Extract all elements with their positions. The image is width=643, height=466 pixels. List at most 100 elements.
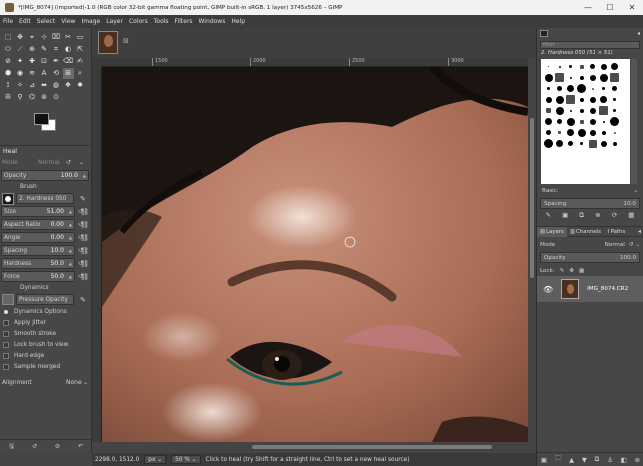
alignment-dropdown-icon[interactable]: ⌄ [83, 379, 88, 386]
force-slider[interactable]: Force 50.0 ▲ [1, 271, 75, 282]
tool-button[interactable]: ⌧ [51, 32, 62, 43]
option-checkbox[interactable]: Apply Jitter [0, 317, 92, 328]
menu-select[interactable]: Select [37, 18, 56, 25]
checkbox-icon[interactable] [3, 330, 9, 337]
link-icon[interactable]: ⛓ [80, 273, 89, 281]
tool-button[interactable]: ✚ [27, 56, 38, 67]
tool-button[interactable]: ✍ [75, 56, 86, 67]
brush-as-image-icon[interactable]: ▦ [628, 211, 634, 221]
tool-button[interactable]: ✦ [15, 56, 26, 67]
brush-grid-scrollbar[interactable] [631, 59, 637, 184]
foreground-color-swatch[interactable] [34, 113, 49, 125]
horizontal-scrollbar[interactable] [102, 442, 536, 453]
menu-image[interactable]: Image [81, 18, 100, 25]
option-checkbox[interactable]: Hard edge [0, 350, 92, 361]
tool-button[interactable]: ▭ [75, 32, 86, 43]
brush-swatch[interactable] [587, 72, 598, 83]
brush-spacing-slider[interactable]: Spacing 10.0 [540, 198, 640, 209]
dynamics-preview-icon[interactable] [2, 294, 14, 305]
brush-swatch[interactable] [554, 138, 565, 149]
brush-swatch[interactable] [565, 116, 576, 127]
lock-alpha-icon[interactable]: ▦ [579, 268, 584, 274]
layer-mode-select[interactable]: Normal [605, 242, 625, 248]
brush-swatch[interactable] [554, 127, 565, 138]
checkbox-icon[interactable] [3, 319, 9, 326]
delete-preset-icon[interactable]: ⊘ [55, 443, 60, 450]
dock-menu-icon[interactable]: ◂ [637, 30, 640, 37]
brush-swatch[interactable] [609, 105, 620, 116]
brush-swatch[interactable] [609, 116, 620, 127]
brush-swatch[interactable] [543, 72, 554, 83]
vertical-scrollbar[interactable] [528, 58, 536, 442]
checkbox-icon[interactable] [3, 352, 9, 359]
mode-dropdown-icon[interactable]: ⌄ [79, 159, 84, 166]
tool-button[interactable]: ⌕ [75, 68, 86, 79]
brush-swatch[interactable] [543, 138, 554, 149]
brush-swatch[interactable] [609, 138, 620, 149]
brush-swatch[interactable] [598, 94, 609, 105]
aspect-ratio-slider[interactable]: Aspect Ratio 0.00 ▲ [1, 219, 75, 230]
brush-swatch[interactable] [576, 127, 587, 138]
tool-button[interactable]: ⊚ [39, 92, 50, 103]
reset-icon[interactable]: ↶ [78, 443, 83, 450]
tool-button[interactable]: ≋ [27, 68, 38, 79]
brush-swatch[interactable] [565, 127, 576, 138]
hardness-slider[interactable]: Hardness 50.0 ▲ [1, 258, 75, 269]
link-icon[interactable]: ⛓ [80, 234, 89, 242]
tool-button[interactable]: ◍ [51, 80, 62, 91]
brush-swatch[interactable] [598, 127, 609, 138]
tool-button[interactable]: ⟋ [15, 44, 26, 55]
tab-layers[interactable]: ▤ Layers [537, 226, 567, 237]
lower-layer-icon[interactable]: ▼ [582, 456, 587, 464]
brush-swatch[interactable] [576, 116, 587, 127]
layer-opacity-slider[interactable]: Opacity 100.0 [540, 252, 640, 263]
brush-swatch[interactable] [565, 72, 576, 83]
new-brush-icon[interactable]: ▣ [562, 211, 568, 221]
edit-dynamics-icon[interactable]: ✎ [80, 296, 86, 304]
save-preset-icon[interactable]: 🖫 [9, 442, 14, 452]
tool-button[interactable]: ⬌ [39, 80, 50, 91]
brush-swatch[interactable] [565, 105, 576, 116]
tool-button[interactable]: ⚲ [15, 92, 26, 103]
tool-button[interactable]: ⊙ [51, 92, 62, 103]
tool-button[interactable]: ⇱ [75, 44, 86, 55]
brushes-tab-icon[interactable] [540, 30, 548, 37]
vertical-scroll-thumb[interactable] [530, 118, 534, 278]
ruler-corner[interactable] [92, 58, 102, 67]
tool-button[interactable]: ⊕ [27, 44, 38, 55]
brush-swatch[interactable] [576, 94, 587, 105]
brush-preview-icon[interactable] [2, 192, 14, 205]
dynamics-field[interactable]: Pressure Opacity [16, 294, 74, 305]
option-checkbox[interactable]: Sample merged [0, 361, 92, 372]
duplicate-layer-icon[interactable]: ⧉ [595, 455, 600, 464]
edit-brush-icon[interactable]: ✎ [546, 211, 551, 221]
refresh-brushes-icon[interactable]: ⟳ [612, 211, 617, 221]
visibility-eye-icon[interactable]: 👁 [543, 285, 553, 294]
tool-button[interactable]: ⊿ [27, 80, 38, 91]
brush-swatch[interactable] [543, 83, 554, 94]
edit-brush-icon[interactable]: ✎ [80, 195, 86, 203]
tool-button[interactable]: ⬭ [3, 44, 14, 55]
tool-button[interactable]: ⊡ [39, 56, 50, 67]
tool-button[interactable]: ✥ [15, 32, 26, 43]
spin-icon[interactable]: ▲ [69, 235, 72, 240]
tool-button[interactable]: ⬢ [3, 68, 14, 79]
lock-position-icon[interactable]: ✥ [569, 268, 574, 274]
spin-icon[interactable]: ▲ [69, 274, 72, 279]
brush-swatch[interactable] [587, 105, 598, 116]
zoom-select[interactable]: 50 % ⌄ [171, 455, 201, 464]
tool-button[interactable]: ⊘ [3, 56, 14, 67]
tool-button[interactable]: ✒ [51, 56, 62, 67]
new-group-icon[interactable]: 🗀 [555, 454, 562, 465]
checkbox-icon[interactable] [3, 341, 9, 348]
opacity-slider[interactable]: Opacity 100.0 ▲ [1, 170, 89, 181]
brush-swatch[interactable] [609, 72, 620, 83]
mask-layer-icon[interactable]: ◧ [621, 456, 627, 464]
spin-icon[interactable]: ▲ [69, 209, 72, 214]
dynamics-options-expander[interactable]: Dynamics Options [0, 306, 92, 317]
brush-swatch[interactable] [554, 105, 565, 116]
tool-button[interactable]: ✹ [75, 80, 86, 91]
brush-swatch[interactable] [598, 83, 609, 94]
dock-menu-icon[interactable]: ◂ [638, 228, 643, 235]
duplicate-brush-icon[interactable]: ⧉ [579, 211, 584, 221]
